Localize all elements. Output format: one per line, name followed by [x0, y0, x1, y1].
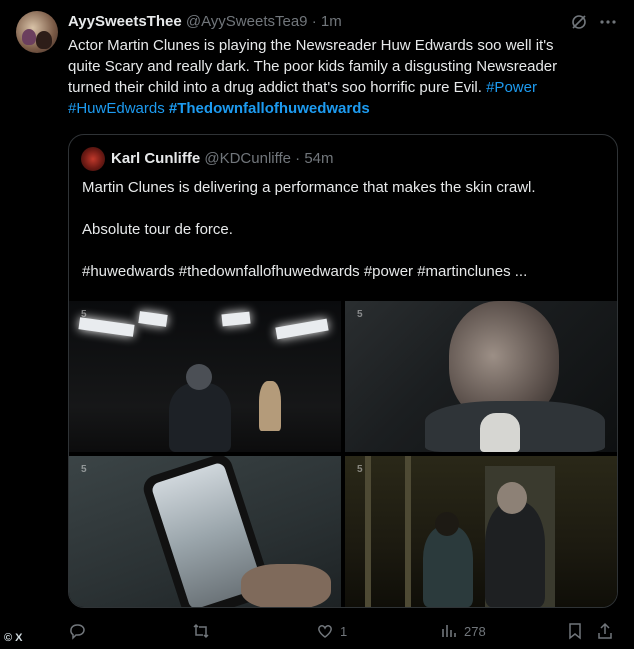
post-header: AyySweetsThee @AyySweetsTea9 · 1m [68, 13, 342, 31]
person-head [435, 512, 459, 536]
view-count: 278 [464, 623, 486, 639]
presenter-figure [259, 381, 281, 431]
quote-display-name[interactable]: Karl Cunliffe [111, 150, 200, 167]
studio-light [138, 311, 168, 327]
studio-light [221, 311, 251, 327]
hashtag-link[interactable]: #HuwEdwards [68, 100, 165, 117]
reply-button[interactable] [68, 622, 86, 640]
like-count: 1 [340, 623, 348, 639]
heart-icon [318, 625, 332, 638]
display-name[interactable]: AyySweetsThee [68, 13, 182, 30]
post-text-line: Actor Martin Clunes is playing the Newsr… [68, 37, 554, 54]
action-bar: 1 278 [0, 622, 634, 642]
door-frame [405, 456, 411, 607]
quote-avatar[interactable] [81, 147, 105, 171]
share-icon [598, 622, 612, 639]
channel-watermark: 5 [357, 464, 363, 475]
avatar[interactable] [16, 11, 58, 53]
studio-light [78, 317, 135, 337]
media-grid[interactable]: 5 5 5 5 [69, 301, 617, 607]
hashtag-link[interactable]: #Power [486, 79, 537, 96]
quote-handle-and-time[interactable]: @KDCunliffe · 54m [204, 150, 333, 167]
post-text-line: turned their child into a drug addict th… [68, 79, 482, 96]
actor-head [497, 482, 527, 514]
channel-watermark: 5 [357, 309, 363, 320]
views-button[interactable]: 278 [440, 622, 486, 640]
share-button[interactable] [596, 622, 614, 640]
studio-light [275, 318, 329, 340]
post-text: Actor Martin Clunes is playing the Newsr… [68, 35, 616, 119]
grok-icon[interactable] [570, 13, 588, 31]
bookmark-button[interactable] [566, 622, 584, 640]
media-image-closeup[interactable]: 5 [345, 301, 617, 452]
reply-icon [70, 624, 85, 640]
source-badge: © X [4, 632, 23, 644]
quote-hashtags[interactable]: #huwedwards #thedownfallofhuwedwards #po… [82, 262, 527, 282]
quote-header: Karl Cunliffe @KDCunliffe · 54m [111, 150, 334, 168]
handle-and-time[interactable]: @AyySweetsTea9 · 1m [186, 13, 342, 30]
repost-button[interactable] [192, 622, 210, 640]
post-text-line: quite Scary and really dark. The poor ki… [68, 58, 558, 75]
quote-text-line: Absolute tour de force. [82, 221, 233, 238]
repost-icon [193, 623, 209, 639]
channel-watermark: 5 [81, 464, 87, 475]
like-button[interactable]: 1 [316, 622, 347, 640]
media-image-studio[interactable]: 5 [69, 301, 341, 452]
hand [241, 564, 331, 607]
presenter-figure [169, 383, 231, 452]
media-image-hallway[interactable]: 5 [345, 456, 617, 607]
hashtag-link[interactable]: #Thedownfallofhuwedwards [169, 100, 370, 117]
more-options-icon[interactable] [598, 13, 618, 31]
person-back [423, 526, 473, 607]
channel-watermark: 5 [81, 309, 87, 320]
door-frame [365, 456, 371, 607]
bookmark-icon [569, 623, 581, 640]
media-image-phone[interactable]: 5 [69, 456, 341, 607]
actor-shirt [480, 413, 520, 452]
views-chart-icon [442, 625, 456, 637]
actor-figure [485, 502, 545, 607]
quoted-post[interactable]: Karl Cunliffe @KDCunliffe · 54m Martin C… [68, 134, 618, 608]
presenter-head [186, 364, 212, 390]
quote-text-line: Martin Clunes is delivering a performanc… [82, 179, 536, 196]
